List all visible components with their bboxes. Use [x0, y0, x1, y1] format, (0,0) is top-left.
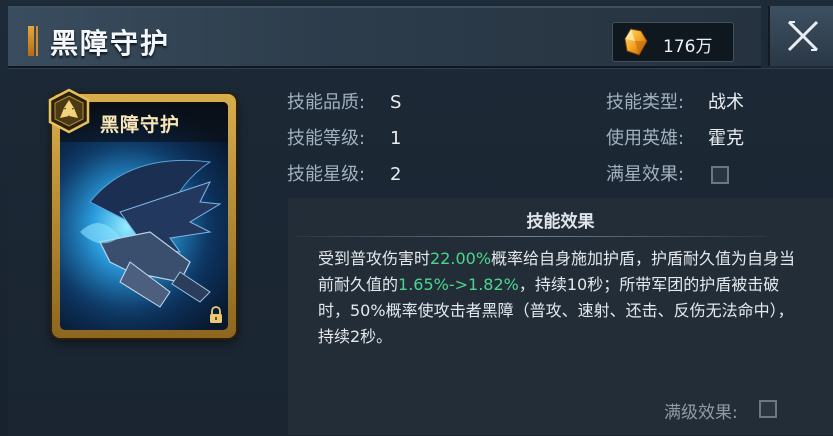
hero-value: 霍克 — [708, 128, 744, 149]
lock-icon — [210, 306, 222, 323]
hero-label: 使用英雄: — [606, 128, 685, 149]
currency-amount: 176万 — [663, 37, 713, 57]
star-label: 技能星级: — [287, 164, 366, 185]
effect-text-part: 受到普攻伤害时 — [318, 249, 431, 268]
type-value: 战术 — [708, 92, 744, 113]
maxstar-label: 满星效果: — [606, 164, 685, 185]
skill-effect-box: 技能效果 受到普攻伤害时22.00%概率给自身施加护盾，护盾耐久值为自身当前耐久… — [288, 198, 833, 435]
skill-badge-icon — [48, 88, 90, 134]
effect-highlight-shield: 1.65%->1.82% — [398, 275, 519, 294]
page-title: 黑障守护 — [50, 27, 171, 60]
level-label: 技能等级: — [287, 128, 366, 149]
close-button[interactable] — [768, 6, 833, 66]
skill-effect-description: 受到普攻伤害时22.00%概率给自身施加护盾，护盾耐久值为自身当前耐久值的1.6… — [318, 246, 798, 350]
gem-icon — [624, 28, 648, 56]
star-value: 2 — [390, 164, 402, 185]
level-value: 1 — [390, 128, 402, 149]
skill-art-image — [60, 142, 228, 330]
skill-card: 黑障守护 — [48, 88, 236, 338]
maxlevel-checkbox[interactable] — [759, 400, 777, 418]
close-icon — [787, 20, 819, 52]
quality-label: 技能品质: — [287, 92, 366, 113]
skill-card-name: 黑障守护 — [100, 114, 181, 136]
skill-effect-title: 技能效果 — [526, 212, 595, 232]
skill-effect-header: 技能效果 — [288, 198, 833, 236]
skill-card-art-frame: 黑障守护 — [60, 102, 228, 330]
effect-highlight-chance: 22.00% — [430, 249, 492, 268]
header-accent-line — [36, 26, 38, 56]
skill-detail-panel: 黑障守护 176万 黑障守护 技能品质: S 技能等级: 1 技能星级: 2 技… — [0, 0, 833, 436]
maxlevel-label: 满级效果: — [664, 403, 738, 423]
type-label: 技能类型: — [606, 92, 685, 113]
header-bar: 黑障守护 176万 — [8, 6, 761, 68]
quality-value: S — [390, 92, 402, 113]
header-accent — [28, 26, 34, 56]
currency-display[interactable]: 176万 — [612, 22, 734, 62]
maxstar-checkbox[interactable] — [711, 166, 729, 184]
divider — [296, 236, 766, 237]
